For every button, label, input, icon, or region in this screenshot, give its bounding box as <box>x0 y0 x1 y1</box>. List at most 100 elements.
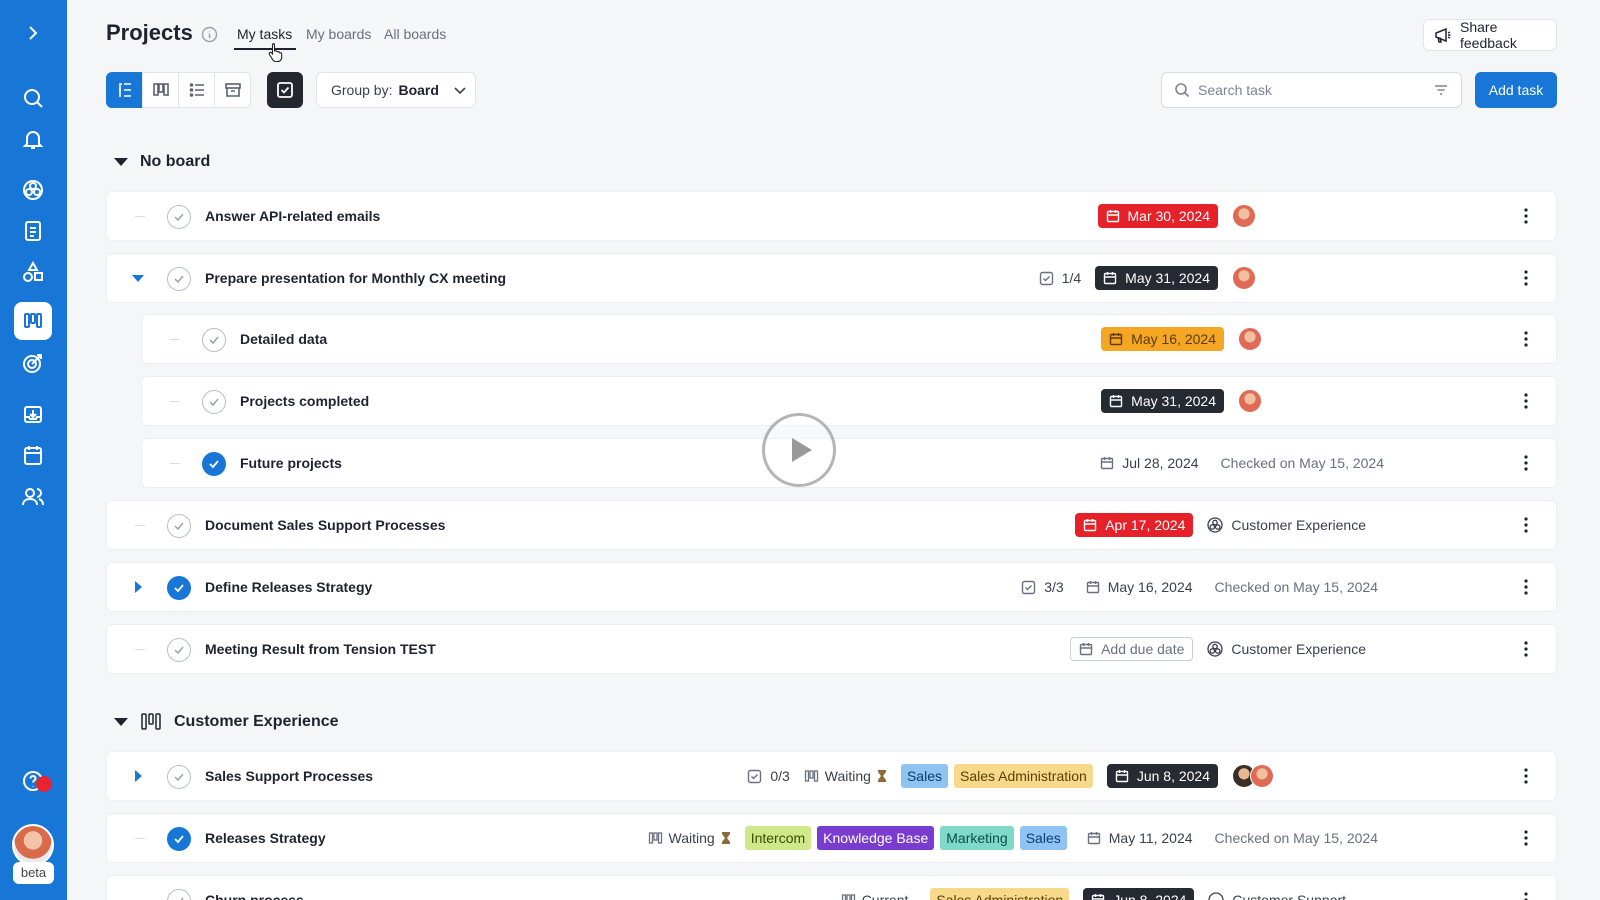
expand-icon[interactable] <box>131 769 145 783</box>
complete-checkbox[interactable] <box>167 205 191 229</box>
subtask-row[interactable]: Future projects Jul 28, 2024 Checked on … <box>141 438 1557 488</box>
task-title[interactable]: Projects completed <box>240 393 369 409</box>
tag-marketing[interactable]: Marketing <box>940 826 1014 850</box>
expand-icon[interactable] <box>131 580 145 594</box>
bell-icon[interactable] <box>20 126 46 152</box>
complete-checkbox[interactable] <box>202 328 226 352</box>
tag-intercom[interactable]: Intercom <box>744 826 812 850</box>
more-options-icon[interactable] <box>1516 208 1536 224</box>
task-row[interactable]: Document Sales Support Processes Apr 17,… <box>106 500 1557 550</box>
task-row[interactable]: Sales Support Processes 0/3 Waiting Sale… <box>106 751 1557 801</box>
expand-sidebar-icon[interactable] <box>20 20 46 46</box>
target-icon[interactable] <box>20 350 46 376</box>
assignee-avatars[interactable] <box>1232 764 1274 788</box>
show-completed-toggle[interactable] <box>267 72 303 108</box>
task-title[interactable]: Document Sales Support Processes <box>205 517 445 533</box>
more-options-icon[interactable] <box>1516 579 1536 595</box>
task-row[interactable]: Answer API-related emails Mar 30, 2024 <box>106 191 1557 241</box>
more-options-icon[interactable] <box>1516 270 1536 286</box>
calendar-icon[interactable] <box>20 442 46 468</box>
circles-icon[interactable] <box>20 177 46 203</box>
assignee-avatar[interactable] <box>1238 389 1262 413</box>
more-options-icon[interactable] <box>1516 331 1536 347</box>
complete-checkbox[interactable] <box>167 576 191 600</box>
task-row[interactable]: Meeting Result from Tension TEST Add due… <box>106 624 1557 674</box>
status-indicator[interactable]: Waiting <box>804 768 887 784</box>
complete-checkbox[interactable] <box>167 267 191 291</box>
tag-sales[interactable]: Sales <box>1019 826 1067 850</box>
task-row[interactable]: Define Releases Strategy 3/3 May 16, 202… <box>106 562 1557 612</box>
due-date-badge[interactable]: Apr 17, 2024 <box>1075 513 1194 537</box>
task-title[interactable]: Meeting Result from Tension TEST <box>205 641 436 657</box>
complete-checkbox[interactable] <box>167 889 191 900</box>
section-customer-experience[interactable]: Customer Experience <box>114 712 339 732</box>
people-icon[interactable] <box>20 483 46 509</box>
due-date-badge[interactable]: May 31, 2024 <box>1095 266 1218 290</box>
due-date-badge[interactable]: May 16, 2024 <box>1101 327 1224 351</box>
board-reference[interactable]: Customer Experience <box>1207 517 1366 533</box>
due-date-badge[interactable]: Mar 30, 2024 <box>1097 204 1218 228</box>
task-title[interactable]: Future projects <box>240 455 342 471</box>
status-indicator[interactable]: Waiting <box>648 830 731 846</box>
status-indicator[interactable]: Current <box>841 892 908 900</box>
task-title[interactable]: Releases Strategy <box>205 830 326 846</box>
tag-knowledge-base[interactable]: Knowledge Base <box>817 826 935 850</box>
task-row[interactable]: Releases Strategy Waiting Intercom Knowl… <box>106 813 1557 863</box>
tag-sales[interactable]: Sales <box>900 764 948 788</box>
more-options-icon[interactable] <box>1516 641 1536 657</box>
board-view-button[interactable] <box>142 72 179 108</box>
assignee-avatar[interactable] <box>1232 266 1256 290</box>
document-icon[interactable] <box>20 218 46 244</box>
board-reference[interactable]: Customer Experience <box>1207 641 1366 657</box>
tab-my-boards[interactable]: My boards <box>306 26 371 42</box>
complete-checkbox[interactable] <box>202 390 226 414</box>
section-no-board[interactable]: No board <box>114 153 210 171</box>
due-date-badge[interactable]: Jun 8, 2024 <box>1106 764 1218 788</box>
add-due-date-button[interactable]: Add due date <box>1070 637 1194 661</box>
task-title[interactable]: Detailed data <box>240 331 327 347</box>
group-by-select[interactable]: Group by: Board <box>316 72 476 108</box>
complete-checkbox[interactable] <box>167 638 191 662</box>
due-date-badge[interactable]: May 31, 2024 <box>1101 389 1224 413</box>
assignee-avatar[interactable] <box>1238 327 1262 351</box>
assignee-avatar[interactable] <box>1250 764 1274 788</box>
projects-icon[interactable] <box>14 302 52 340</box>
subtask-row[interactable]: Detailed data May 16, 2024 <box>141 314 1557 364</box>
add-task-button[interactable]: Add task <box>1475 72 1557 108</box>
more-options-icon[interactable] <box>1516 455 1536 471</box>
video-play-button[interactable] <box>762 413 836 487</box>
collapse-icon[interactable] <box>131 271 145 285</box>
user-avatar[interactable] <box>12 824 54 866</box>
due-date-badge[interactable]: May 16, 2024 <box>1086 575 1193 599</box>
tag-sales-administration[interactable]: Sales Administration <box>930 888 1070 900</box>
inbox-icon[interactable] <box>20 401 46 427</box>
more-options-icon[interactable] <box>1516 830 1536 846</box>
task-title[interactable]: Answer API-related emails <box>205 208 380 224</box>
subtask-row[interactable]: Projects completed May 31, 2024 <box>141 376 1557 426</box>
assignee-avatar[interactable] <box>1232 204 1256 228</box>
tag-sales-administration[interactable]: Sales Administration <box>953 764 1093 788</box>
task-title[interactable]: Prepare presentation for Monthly CX meet… <box>205 270 506 286</box>
search-input[interactable] <box>1198 82 1425 98</box>
complete-checkbox[interactable] <box>167 765 191 789</box>
shapes-icon[interactable] <box>20 259 46 285</box>
filter-icon[interactable] <box>1433 82 1449 98</box>
complete-checkbox[interactable] <box>167 514 191 538</box>
task-title[interactable]: Sales Support Processes <box>205 768 373 784</box>
due-date-badge[interactable]: May 11, 2024 <box>1087 826 1193 850</box>
complete-checkbox[interactable] <box>167 827 191 851</box>
complete-checkbox[interactable] <box>202 452 226 476</box>
task-row[interactable]: Prepare presentation for Monthly CX meet… <box>106 253 1557 303</box>
more-options-icon[interactable] <box>1516 768 1536 784</box>
archive-view-button[interactable] <box>214 72 251 108</box>
list-view-button[interactable] <box>178 72 215 108</box>
info-icon[interactable] <box>201 26 218 43</box>
tab-all-boards[interactable]: All boards <box>384 26 446 42</box>
more-options-icon[interactable] <box>1516 393 1536 409</box>
share-feedback-button[interactable]: Share feedback <box>1423 19 1557 51</box>
search-icon[interactable] <box>20 85 46 111</box>
task-title[interactable]: Churn process <box>205 892 304 900</box>
due-date-badge[interactable]: Jun 8, 2024 <box>1083 888 1195 900</box>
task-title[interactable]: Define Releases Strategy <box>205 579 372 595</box>
tree-view-button[interactable] <box>106 72 143 108</box>
